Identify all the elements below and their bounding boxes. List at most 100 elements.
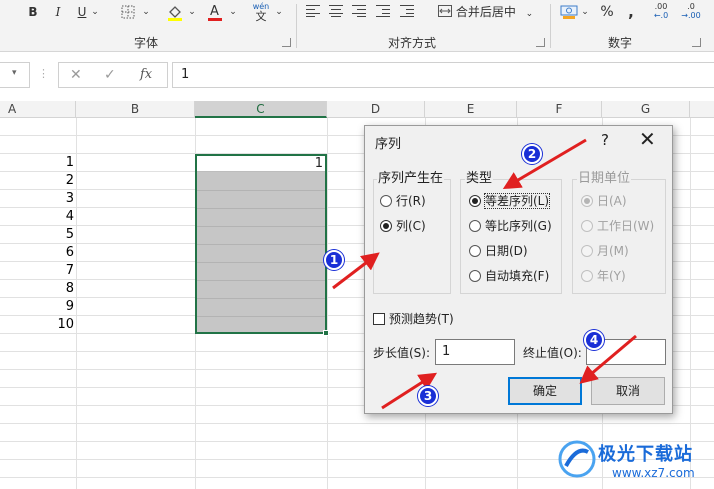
cell-a8[interactable]: 8: [40, 280, 74, 298]
series-dialog: 序列 ? ✕ 序列产生在 行(R) 列(C) 类型 等差序列(L) 等比序列(G…: [364, 125, 673, 414]
merge-center-label: 合并后居中: [455, 5, 516, 19]
series-in-column-radio[interactable]: 列(C): [380, 217, 426, 235]
increase-indent-icon[interactable]: [400, 5, 414, 17]
name-box[interactable]: ▾: [0, 62, 30, 88]
cell-a10[interactable]: 10: [40, 316, 74, 334]
column-header-a[interactable]: A: [0, 101, 76, 118]
accounting-dropdown-icon[interactable]: ⌄: [580, 2, 590, 22]
step-badge-2: 2: [522, 144, 542, 164]
series-in-row-radio[interactable]: 行(R): [380, 192, 426, 210]
column-header-g[interactable]: G: [602, 101, 690, 118]
decrease-indent-icon[interactable]: [376, 5, 390, 17]
column-header-b[interactable]: B: [76, 101, 195, 118]
step-value-input[interactable]: 1: [435, 339, 515, 365]
step-value-label: 步长值(S):: [373, 346, 431, 360]
column-header-f[interactable]: F: [517, 101, 602, 118]
step-badge-1: 1: [324, 250, 344, 270]
selection-row-line: [197, 262, 325, 263]
cell-a7[interactable]: 7: [40, 262, 74, 280]
column-header-d[interactable]: D: [327, 101, 425, 118]
merge-icon: [438, 5, 452, 17]
percent-button[interactable]: %: [598, 2, 616, 22]
close-icon[interactable]: ✕: [639, 128, 656, 150]
gridline: [76, 118, 77, 489]
trend-checkbox[interactable]: 预测趋势(T): [373, 312, 454, 326]
cell-a2[interactable]: 2: [40, 172, 74, 190]
underline-dropdown-icon[interactable]: ⌄: [90, 2, 100, 22]
active-cell[interactable]: 1: [197, 156, 325, 172]
step-badge-3: 3: [418, 386, 438, 406]
phonetic-bottom: 文: [255, 10, 267, 23]
ribbon-separator: [550, 4, 551, 48]
decrease-decimal-button[interactable]: .0 →.00: [678, 2, 704, 22]
fill-bucket-icon: [168, 6, 182, 21]
cell-a6[interactable]: 6: [40, 244, 74, 262]
cell-a5[interactable]: 5: [40, 226, 74, 244]
help-icon[interactable]: ?: [601, 131, 609, 149]
border-button[interactable]: [118, 2, 138, 22]
italic-button[interactable]: I: [49, 2, 67, 22]
font-color-dropdown-icon[interactable]: ⌄: [228, 2, 238, 22]
radio-dot: [581, 220, 593, 232]
type-date-radio[interactable]: 日期(D): [469, 242, 528, 260]
cell-a3[interactable]: 3: [40, 190, 74, 208]
font-color-button[interactable]: A: [204, 2, 226, 22]
font-group-label: 字体: [134, 36, 159, 50]
number-group-label: 数字: [608, 36, 633, 50]
align-left-icon[interactable]: [306, 5, 320, 17]
ok-button[interactable]: 确定: [508, 377, 582, 405]
increase-decimal-button[interactable]: .00 ←.0: [650, 2, 672, 22]
selection-row-line: [197, 190, 325, 191]
enter-icon[interactable]: ✓: [104, 67, 116, 83]
cell-a1[interactable]: 1: [40, 154, 74, 172]
cell-a9[interactable]: 9: [40, 298, 74, 316]
phonetic-button[interactable]: wén 文: [250, 2, 272, 23]
phonetic-dropdown-icon[interactable]: ⌄: [274, 2, 284, 22]
formula-input[interactable]: 1: [172, 62, 714, 88]
selection-row-line: [197, 208, 325, 209]
type-title: 类型: [465, 167, 494, 186]
merge-dropdown-icon[interactable]: ⌄: [526, 9, 534, 19]
date-unit-month-radio: 月(M): [581, 242, 629, 260]
comma-button[interactable]: ,: [624, 2, 638, 22]
fill-color-dropdown-icon[interactable]: ⌄: [187, 2, 197, 22]
type-linear-radio[interactable]: 等差序列(L): [469, 192, 551, 210]
type-autofill-radio[interactable]: 自动填充(F): [469, 267, 549, 285]
column-header-c[interactable]: C: [195, 101, 327, 118]
selection-row-line: [197, 226, 325, 227]
cancel-icon[interactable]: ✕: [70, 67, 82, 83]
name-box-dropdown-icon[interactable]: ▾: [12, 68, 17, 78]
radio-dot: [581, 270, 593, 282]
bold-button[interactable]: B: [24, 2, 42, 22]
alignment-group-label: 对齐方式: [388, 36, 437, 50]
fill-color-button[interactable]: [164, 2, 186, 22]
column-header-e[interactable]: E: [425, 101, 517, 118]
formula-bar: ▾ ⋮ ✕ ✓ fx 1: [0, 59, 714, 93]
cell-c1-value: 1: [314, 156, 323, 171]
cell-a4[interactable]: 4: [40, 208, 74, 226]
radio-dot: [581, 245, 593, 257]
font-dialog-launcher-icon[interactable]: [282, 38, 291, 47]
underline-button[interactable]: U: [73, 2, 91, 22]
watermark-url: www.xz7.com: [612, 466, 695, 480]
accounting-format-button[interactable]: [558, 2, 580, 22]
cancel-button[interactable]: 取消: [591, 377, 665, 405]
radio-dot: [469, 245, 481, 257]
stop-value-label: 终止值(O):: [523, 346, 582, 360]
align-center-icon[interactable]: [329, 5, 343, 17]
alignment-dialog-launcher-icon[interactable]: [536, 38, 545, 47]
type-growth-radio[interactable]: 等比序列(G): [469, 217, 552, 235]
align-right-icon[interactable]: [352, 5, 366, 17]
increase-decimal-top: .00: [654, 2, 668, 11]
selected-range[interactable]: 1: [195, 154, 327, 334]
radio-dot: [380, 220, 392, 232]
fill-handle[interactable]: [323, 330, 329, 336]
gridline: [327, 118, 328, 489]
number-dialog-launcher-icon[interactable]: [692, 38, 701, 47]
insert-function-icon[interactable]: fx: [140, 67, 152, 82]
merge-center-button[interactable]: 合并后居中 ⌄: [438, 2, 544, 22]
gridline: [690, 118, 691, 489]
date-unit-title: 日期单位: [577, 167, 632, 186]
border-dropdown-icon[interactable]: ⌄: [141, 2, 151, 22]
ribbon-separator: [296, 4, 297, 48]
